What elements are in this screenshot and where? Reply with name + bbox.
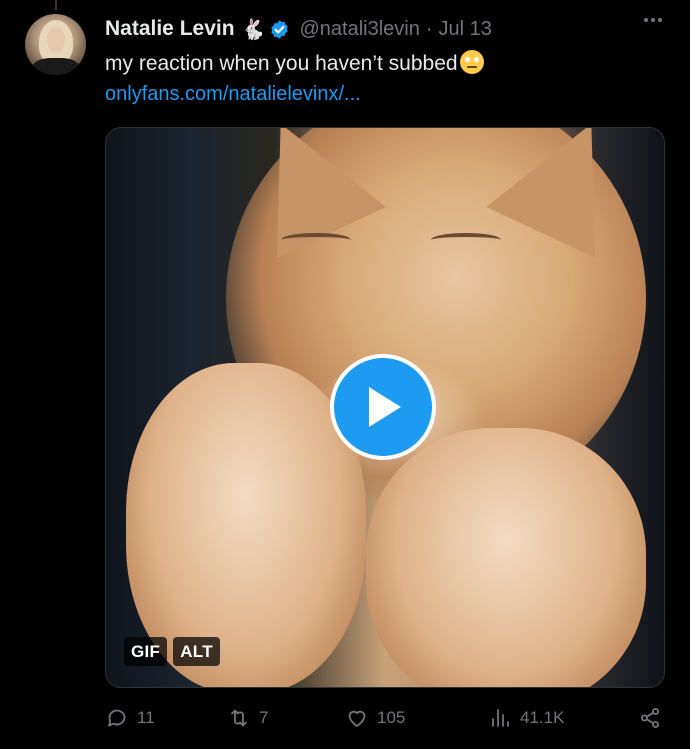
retweet-count: 7 (259, 708, 269, 727)
retweet-button[interactable]: 7 (227, 706, 268, 730)
face-with-rolling-eyes-icon (459, 50, 484, 74)
retweet-icon (231, 709, 247, 727)
tweet-actions: 11 7 105 41.1K (105, 706, 665, 736)
heart-icon (348, 710, 366, 727)
tweet-header: Natalie Levin 🐇 @natali3levin · Jul 13 (105, 16, 492, 42)
separator-dot: · (425, 17, 433, 40)
tweet-date[interactable]: Jul 13 (439, 18, 492, 41)
avatar[interactable] (25, 14, 86, 75)
views-button[interactable]: 41.1K (488, 706, 564, 730)
cat-paw-right (366, 428, 646, 687)
reply-button[interactable]: 11 (105, 706, 155, 730)
like-button[interactable]: 105 (345, 706, 405, 730)
tweet-text-content: my reaction when you haven’t subbed (105, 52, 458, 75)
tweet-link[interactable]: onlyfans.com/natalielevinx/... (105, 83, 361, 106)
share-icon (641, 708, 659, 728)
play-icon (369, 387, 401, 427)
avatar-clothing (33, 58, 79, 75)
verified-badge-icon[interactable] (269, 19, 290, 40)
thread-connector-line (55, 0, 57, 10)
media-badges: GIF ALT (124, 637, 220, 666)
avatar-face (47, 28, 65, 52)
share-button[interactable] (638, 706, 662, 730)
cat-eye-right (431, 233, 501, 247)
alt-text-badge[interactable]: ALT (173, 637, 220, 666)
reply-count: 11 (137, 708, 155, 727)
reply-icon (108, 709, 126, 727)
rabbit-emoji-icon: 🐇 (240, 18, 266, 41)
play-button[interactable] (330, 354, 436, 460)
views-count: 41.1K (520, 708, 565, 727)
gif-media[interactable]: GIF ALT (105, 127, 665, 688)
cat-eye-left (281, 233, 351, 247)
gif-badge: GIF (124, 637, 168, 666)
author-handle[interactable]: @natali3levin (299, 18, 419, 41)
author-name[interactable]: Natalie Levin (105, 17, 235, 41)
more-options-icon[interactable] (644, 18, 662, 22)
like-count: 105 (377, 708, 406, 727)
tweet-text: my reaction when you haven’t subbed (105, 50, 484, 76)
views-chart-icon (492, 709, 509, 727)
